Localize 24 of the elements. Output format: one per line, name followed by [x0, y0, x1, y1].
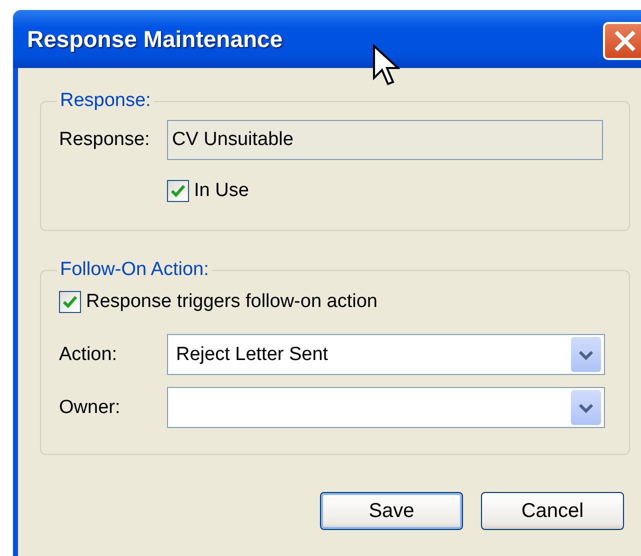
checkbox-label[interactable]: In Use: [194, 180, 249, 202]
dropdown-button[interactable]: [571, 390, 601, 425]
save-button[interactable]: Save: [320, 492, 463, 530]
field-label: Owner:: [59, 396, 122, 418]
response-field[interactable]: CV Unsuitable: [167, 120, 603, 160]
close-button[interactable]: [603, 22, 641, 60]
chevron-icon: [579, 402, 593, 412]
window-title: Response Maintenance: [27, 26, 283, 52]
dropdown-field[interactable]: Reject Letter Sent: [167, 334, 605, 375]
chevron-icon: [579, 350, 593, 360]
cursor-icon: [372, 44, 400, 88]
group-title: Response:: [59, 90, 152, 112]
checkbox[interactable]: [59, 291, 81, 313]
checkbox[interactable]: [167, 180, 189, 202]
checkmark-icon: [63, 296, 77, 308]
cancel-button[interactable]: Cancel: [481, 492, 624, 530]
checkbox-label[interactable]: Response triggers follow-on action: [86, 291, 378, 313]
checkmark-icon: [171, 185, 185, 197]
field-label: Response:: [59, 129, 151, 151]
close-icon: [613, 29, 637, 53]
field-label: Action:: [59, 344, 118, 366]
dropdown-button[interactable]: [571, 337, 601, 372]
group-title: Follow-On Action:: [59, 259, 210, 281]
dropdown-field[interactable]: [167, 387, 605, 428]
